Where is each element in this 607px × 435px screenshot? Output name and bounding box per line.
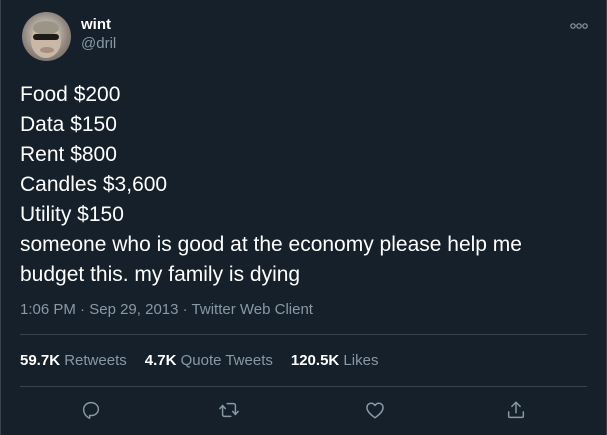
- retweets-stat[interactable]: 59.7K Retweets: [20, 352, 127, 369]
- tweet-line: Utility $150: [20, 203, 124, 226]
- share-icon: [507, 401, 525, 419]
- tweet-line: someone who is good at the economy pleas…: [20, 233, 522, 256]
- tweet-line: Food $200: [20, 83, 121, 106]
- meta-separator: ·: [80, 301, 86, 318]
- tweet-date[interactable]: Sep 29, 2013: [89, 301, 178, 318]
- more-icon: [570, 23, 588, 29]
- retweet-icon: [219, 402, 239, 418]
- retweets-count: 59.7K: [20, 352, 61, 369]
- tweet-header: wint @dril: [20, 0, 589, 78]
- user-names: wint @dril: [81, 16, 116, 53]
- tweet-card: wint @dril Food $200 Data $150 Rent $800…: [0, 0, 607, 435]
- quote-tweets-count: 4.7K: [144, 352, 177, 369]
- like-button[interactable]: [364, 399, 388, 423]
- quote-tweets-label: Quote Tweets: [180, 352, 273, 369]
- reply-button[interactable]: [80, 399, 104, 423]
- retweets-label: Retweets: [64, 352, 127, 369]
- tweet-time[interactable]: 1:06 PM: [20, 301, 76, 318]
- likes-count: 120.5K: [290, 352, 340, 369]
- quote-tweets-stat[interactable]: 4.7K Quote Tweets: [145, 352, 273, 369]
- tweet-line: Candles $3,600: [20, 173, 168, 196]
- tweet-actions: [20, 387, 587, 435]
- tweet-client[interactable]: Twitter Web Client: [192, 301, 313, 318]
- display-name[interactable]: wint: [81, 16, 116, 34]
- tweet-metadata: 1:06 PM · Sep 29, 2013 · Twitter Web Cli…: [20, 300, 587, 320]
- avatar[interactable]: [22, 12, 71, 61]
- meta-separator: ·: [182, 301, 188, 318]
- tweet-line: Data $150: [20, 113, 117, 136]
- more-options-button[interactable]: [569, 22, 589, 30]
- tweet-line: budget this. my family is dying: [20, 263, 301, 286]
- tweet-text: Food $200 Data $150 Rent $800 Candles $3…: [20, 80, 587, 290]
- likes-stat[interactable]: 120.5K Likes: [291, 352, 379, 369]
- likes-label: Likes: [343, 352, 379, 369]
- user-handle[interactable]: @dril: [81, 34, 116, 53]
- like-icon: [366, 402, 384, 419]
- share-button[interactable]: [505, 399, 529, 423]
- retweet-button[interactable]: [218, 399, 242, 423]
- avatar-image: [31, 21, 61, 58]
- tweet-line: Rent $800: [20, 143, 117, 166]
- tweet-stats: 59.7K Retweets 4.7K Quote Tweets 120.5K …: [20, 335, 587, 386]
- reply-icon: [82, 401, 100, 419]
